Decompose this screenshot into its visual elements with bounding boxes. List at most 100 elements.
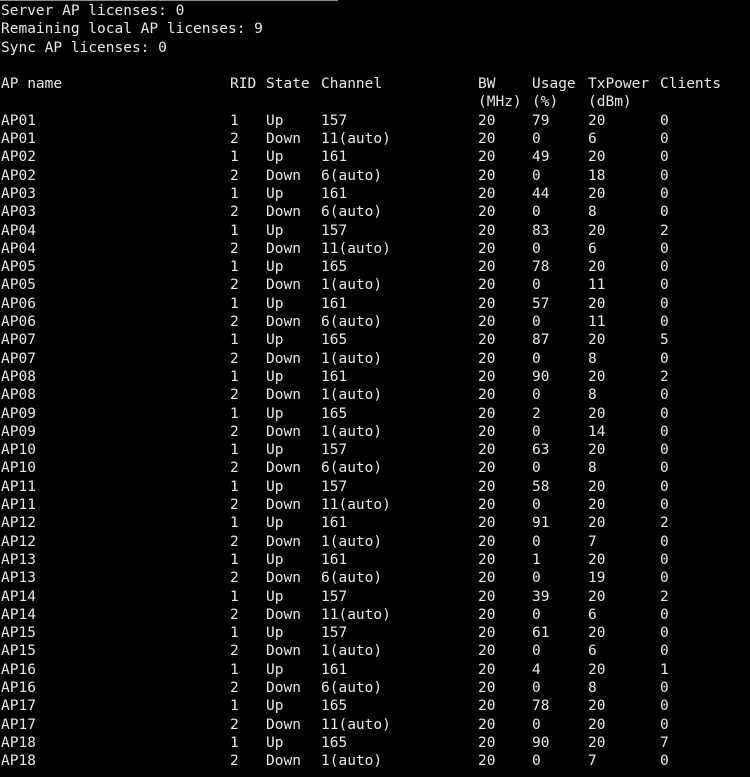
cell-txpower: 8 [588, 204, 597, 221]
table-row: AP02 1 Up 161 20 49 20 0 [1, 148, 750, 166]
cell-clients: 0 [660, 167, 669, 184]
cell-rid: 1 [230, 149, 239, 166]
cell-ap-name: AP08 [1, 368, 36, 385]
cell-channel: 161 [321, 185, 348, 202]
cell-channel: 157 [321, 588, 348, 605]
cell-clients: 0 [660, 295, 669, 312]
cell-clients: 5 [660, 332, 669, 349]
table-row: AP11 2 Down 11(auto) 20 0 20 0 [1, 496, 750, 514]
cell-state: Up [266, 112, 284, 129]
cell-ap-name: AP07 [1, 332, 36, 349]
cell-state: Up [266, 661, 284, 678]
cell-rid: 2 [230, 314, 239, 331]
cell-state: Down [266, 643, 301, 660]
cell-bw: 20 [478, 222, 496, 239]
cell-txpower: 20 [588, 478, 606, 495]
cell-usage: 87 [532, 332, 550, 349]
cell-rid: 2 [230, 679, 239, 696]
cell-txpower: 20 [588, 588, 606, 605]
cell-channel: 1(auto) [321, 753, 383, 770]
cell-usage: 91 [532, 515, 550, 532]
cell-channel: 1(auto) [321, 277, 383, 294]
cell-rid: 1 [230, 625, 239, 642]
cell-usage: 0 [532, 679, 541, 696]
cell-ap-name: AP14 [1, 606, 36, 623]
cell-state: Down [266, 204, 301, 221]
cell-rid: 1 [230, 551, 239, 568]
cell-channel: 6(auto) [321, 204, 383, 221]
cell-bw: 20 [478, 167, 496, 184]
cell-ap-name: AP08 [1, 387, 36, 404]
table-row: AP13 1 Up 161 20 1 20 0 [1, 551, 750, 569]
cell-rid: 2 [230, 643, 239, 660]
cell-clients: 0 [660, 698, 669, 715]
cell-bw: 20 [478, 716, 496, 733]
header-ap-name: AP name [1, 76, 63, 93]
cell-bw: 20 [478, 350, 496, 367]
cell-clients: 0 [660, 240, 669, 257]
cell-bw: 20 [478, 185, 496, 202]
cell-ap-name: AP15 [1, 643, 36, 660]
cell-channel: 11(auto) [321, 240, 391, 257]
cell-state: Down [266, 460, 301, 477]
cell-rid: 1 [230, 332, 239, 349]
cell-txpower: 20 [588, 405, 606, 422]
cell-usage: 39 [532, 588, 550, 605]
table-row: AP03 2 Down 6(auto) 20 0 8 0 [1, 203, 750, 221]
cell-txpower: 20 [588, 149, 606, 166]
cell-clients: 0 [660, 204, 669, 221]
cell-state: Up [266, 185, 284, 202]
cell-bw: 20 [478, 497, 496, 514]
cell-channel: 157 [321, 478, 348, 495]
cell-channel: 6(auto) [321, 460, 383, 477]
cell-channel: 1(auto) [321, 643, 383, 660]
cell-state: Down [266, 716, 301, 733]
cell-rid: 2 [230, 423, 239, 440]
cell-clients: 0 [660, 478, 669, 495]
header-clients: Clients [660, 76, 722, 93]
cell-clients: 0 [660, 460, 669, 477]
cell-usage: 79 [532, 112, 550, 129]
cell-txpower: 6 [588, 131, 597, 148]
cell-txpower: 20 [588, 515, 606, 532]
cell-usage: 78 [532, 698, 550, 715]
cell-usage: 90 [532, 734, 550, 751]
header-rid: RID [230, 76, 257, 93]
cell-state: Down [266, 570, 301, 587]
cell-rid: 1 [230, 588, 239, 605]
cell-rid: 2 [230, 204, 239, 221]
cell-ap-name: AP05 [1, 259, 36, 276]
table-row: AP17 2 Down 11(auto) 20 0 20 0 [1, 716, 750, 734]
table-row: AP18 2 Down 1(auto) 20 0 7 0 [1, 752, 750, 770]
cell-clients: 0 [660, 131, 669, 148]
table-row: AP08 2 Down 1(auto) 20 0 8 0 [1, 386, 750, 404]
table-row: AP01 1 Up 157 20 79 20 0 [1, 112, 750, 130]
cell-usage: 0 [532, 533, 541, 550]
cell-channel: 161 [321, 515, 348, 532]
cell-ap-name: AP15 [1, 625, 36, 642]
cell-clients: 1 [660, 661, 669, 678]
cell-clients: 0 [660, 405, 669, 422]
cell-bw: 20 [478, 314, 496, 331]
cell-rid: 1 [230, 442, 239, 459]
table-row: AP11 1 Up 157 20 58 20 0 [1, 478, 750, 496]
cell-bw: 20 [478, 423, 496, 440]
cell-bw: 20 [478, 679, 496, 696]
cell-clients: 2 [660, 515, 669, 532]
cell-state: Down [266, 753, 301, 770]
cell-bw: 20 [478, 588, 496, 605]
cell-bw: 20 [478, 387, 496, 404]
cell-channel: 165 [321, 259, 348, 276]
cell-usage: 0 [532, 753, 541, 770]
header-channel: Channel [321, 76, 383, 93]
cell-usage: 0 [532, 240, 541, 257]
cell-bw: 20 [478, 149, 496, 166]
cell-state: Up [266, 588, 284, 605]
cell-txpower: 20 [588, 295, 606, 312]
cell-txpower: 20 [588, 497, 606, 514]
cell-ap-name: AP18 [1, 753, 36, 770]
cell-ap-name: AP13 [1, 551, 36, 568]
cell-ap-name: AP12 [1, 533, 36, 550]
cell-rid: 2 [230, 606, 239, 623]
cell-txpower: 6 [588, 643, 597, 660]
